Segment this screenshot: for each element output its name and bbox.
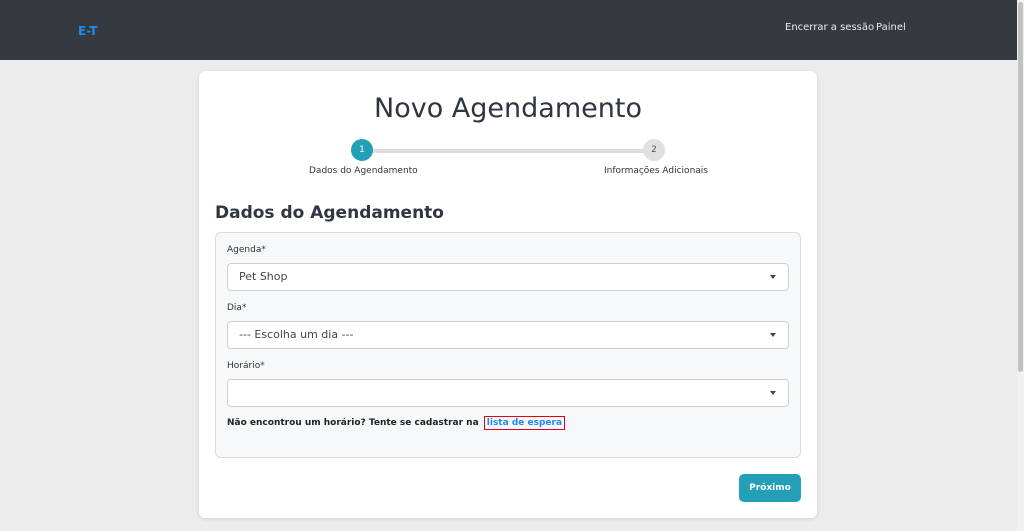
dia-selected-value: --- Escolha um dia --- <box>239 328 354 341</box>
horario-select[interactable] <box>227 379 789 407</box>
section-title: Dados do Agendamento <box>215 203 444 223</box>
waitlist-text: Não encontrou um horário? Tente se cadas… <box>227 418 479 428</box>
agenda-label: Agenda* <box>227 245 266 255</box>
next-button[interactable]: Próximo <box>739 474 801 502</box>
dia-label: Dia* <box>227 303 247 313</box>
appointment-card: Novo Agendamento 1 2 Dados do Agendament… <box>199 71 817 518</box>
step-2-label: Informações Adicionais <box>604 166 708 176</box>
stepper-track <box>362 149 653 153</box>
appointment-form: Agenda* Pet Shop Dia* --- Escolha um dia… <box>215 232 801 458</box>
brand-logo[interactable]: E-T <box>78 24 98 38</box>
page-scrollbar[interactable] <box>1017 0 1024 531</box>
dia-chevron-down-icon <box>770 333 776 337</box>
waitlist-link[interactable]: lista de espera <box>483 416 566 430</box>
step-1-indicator: 1 <box>351 139 373 161</box>
dia-select[interactable]: --- Escolha um dia --- <box>227 321 789 349</box>
logout-link[interactable]: Encerrar a sessão <box>785 22 874 33</box>
horario-label: Horário* <box>227 361 265 371</box>
top-navbar: E-T Encerrar a sessão Painel <box>0 0 1017 60</box>
step-2-indicator: 2 <box>643 139 665 161</box>
agenda-selected-value: Pet Shop <box>239 270 288 283</box>
panel-link[interactable]: Painel <box>876 22 906 33</box>
step-1-label: Dados do Agendamento <box>309 166 418 176</box>
page-title: Novo Agendamento <box>374 93 642 124</box>
agenda-select[interactable]: Pet Shop <box>227 263 789 291</box>
scrollbar-thumb[interactable] <box>1018 2 1023 372</box>
horario-chevron-down-icon <box>770 391 776 395</box>
stepper: 1 2 Dados do Agendamento Informações Adi… <box>199 139 817 183</box>
agenda-chevron-down-icon <box>770 275 776 279</box>
waitlist-hint: Não encontrou um horário? Tente se cadas… <box>227 416 566 430</box>
